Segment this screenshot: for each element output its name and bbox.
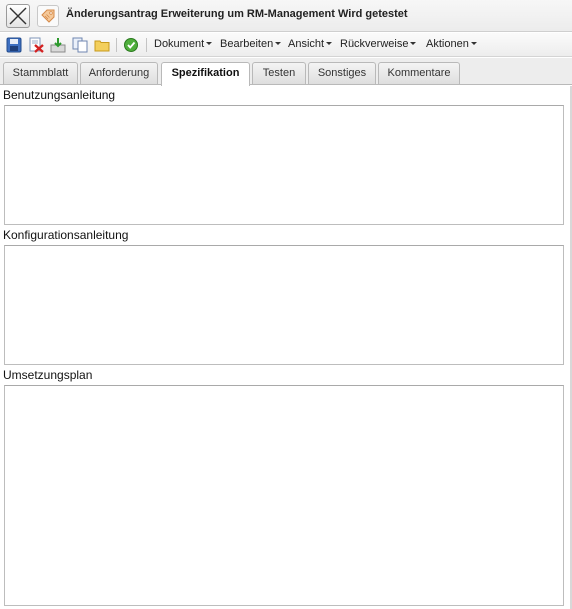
export-icon[interactable] xyxy=(50,37,66,53)
tab-spezifikation[interactable]: Spezifikation xyxy=(161,62,250,86)
caret-down-icon xyxy=(326,42,333,45)
section-label-benutzungsanleitung: Benutzungsanleitung xyxy=(3,88,116,102)
menu-label: Dokument xyxy=(154,38,205,50)
close-button[interactable] xyxy=(6,4,30,28)
tab-testen[interactable]: Testen xyxy=(252,62,306,84)
umsetzungsplan-field[interactable] xyxy=(4,385,564,606)
menu-ansicht[interactable]: Ansicht xyxy=(288,38,333,50)
tab-stammblatt[interactable]: Stammblatt xyxy=(3,62,78,84)
caret-down-icon xyxy=(410,42,417,45)
close-icon xyxy=(9,7,27,25)
benutzungsanleitung-field[interactable] xyxy=(4,105,564,225)
menu-rueckverweise[interactable]: Rückverweise xyxy=(340,38,417,50)
section-label-konfigurationsanleitung: Konfigurationsanleitung xyxy=(3,228,129,242)
menu-label: Ansicht xyxy=(288,38,325,50)
menu-bearbeiten[interactable]: Bearbeiten xyxy=(220,38,282,50)
tab-sonstiges[interactable]: Sonstiges xyxy=(308,62,376,84)
window-title: Änderungsantrag Erweiterung um RM-Manage… xyxy=(66,8,408,20)
caret-down-icon xyxy=(206,42,213,45)
menu-label: Rückverweise xyxy=(340,38,409,50)
menu-dokument[interactable]: Dokument xyxy=(154,38,213,50)
caret-down-icon xyxy=(275,42,282,45)
tag-icon xyxy=(41,9,55,23)
tab-kommentare[interactable]: Kommentare xyxy=(378,62,460,84)
menu-aktionen[interactable]: Aktionen xyxy=(426,38,477,50)
folder-icon[interactable] xyxy=(94,37,110,53)
section-label-umsetzungsplan: Umsetzungsplan xyxy=(3,368,93,382)
delete-icon[interactable] xyxy=(28,37,44,53)
save-icon[interactable] xyxy=(6,37,22,53)
toolbar-separator xyxy=(116,38,117,52)
menu-label: Aktionen xyxy=(426,38,469,50)
caret-down-icon xyxy=(470,42,477,45)
document-type-icon-box xyxy=(37,5,59,27)
tab-anforderung[interactable]: Anforderung xyxy=(80,62,158,84)
toolbar-separator xyxy=(146,38,147,52)
copy-icon[interactable] xyxy=(72,37,88,53)
toolbar: Dokument Bearbeiten Ansicht Rückverweise… xyxy=(0,33,572,57)
tab-bar: Stammblatt Anforderung Spezifikation Tes… xyxy=(0,58,572,86)
menu-label: Bearbeiten xyxy=(220,38,274,50)
title-bar: Änderungsantrag Erweiterung um RM-Manage… xyxy=(0,0,572,32)
konfigurationsanleitung-field[interactable] xyxy=(4,245,564,365)
refresh-icon[interactable] xyxy=(123,37,139,53)
